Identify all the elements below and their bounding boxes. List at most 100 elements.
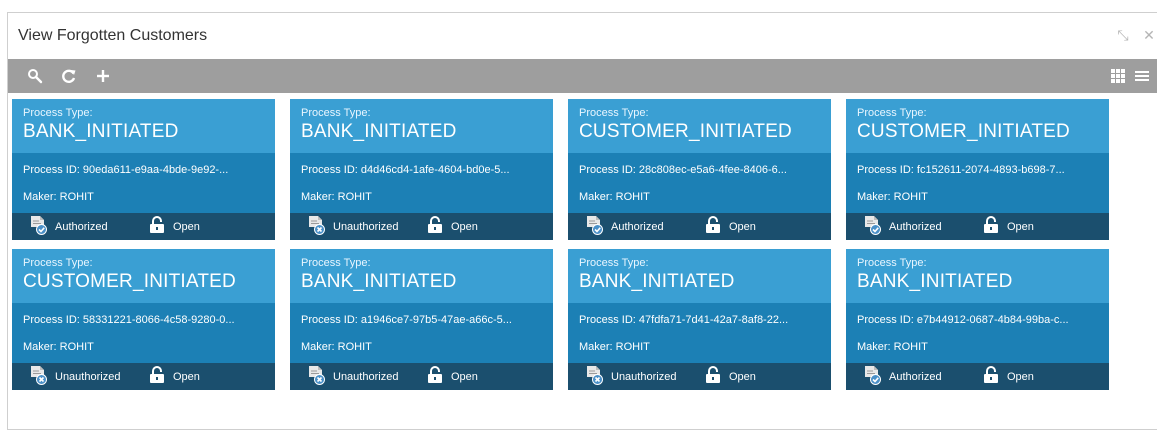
maker: Maker: ROHIT bbox=[579, 341, 650, 353]
unlock-icon bbox=[149, 216, 165, 237]
status-label: Authorized bbox=[889, 220, 942, 233]
unlock-icon bbox=[427, 216, 443, 237]
lock-label: Open bbox=[729, 220, 756, 233]
process-type-label: Process Type: bbox=[857, 257, 927, 269]
card-footer: Authorized Open bbox=[846, 213, 1109, 240]
lock-status: Open bbox=[705, 216, 756, 237]
lock-label: Open bbox=[1007, 220, 1034, 233]
lock-status: Open bbox=[705, 366, 756, 387]
unauthorized-icon bbox=[307, 365, 327, 388]
status-label: Unauthorized bbox=[611, 370, 677, 383]
process-card[interactable]: Process Type: BANK_INITIATED Process ID:… bbox=[290, 99, 553, 240]
card-footer: Authorized Open bbox=[568, 213, 831, 240]
process-id: Process ID: 58331221-8066-4c58-9280-0... bbox=[23, 314, 235, 326]
status-badge: Unauthorized bbox=[29, 365, 149, 388]
view-switcher bbox=[1101, 59, 1157, 93]
process-card[interactable]: Process Type: BANK_INITIATED Process ID:… bbox=[290, 249, 553, 390]
unlock-icon bbox=[427, 366, 443, 387]
grid-view-icon bbox=[1111, 69, 1125, 83]
status-badge: Authorized bbox=[863, 365, 983, 388]
process-card[interactable]: Process Type: BANK_INITIATED Process ID:… bbox=[568, 249, 831, 390]
process-id: Process ID: a1946ce7-97b5-47ae-a66c-5... bbox=[301, 314, 512, 326]
maker: Maker: ROHIT bbox=[301, 191, 372, 203]
status-badge: Authorized bbox=[29, 215, 149, 238]
process-id: Process ID: 90eda611-e9aa-4bde-9e92-... bbox=[23, 164, 229, 176]
process-id: Process ID: d4d46cd4-1afe-4604-bd0e-5... bbox=[301, 164, 510, 176]
close-icon[interactable]: ✕ bbox=[1141, 27, 1157, 44]
card-details: Process ID: a1946ce7-97b5-47ae-a66c-5...… bbox=[290, 303, 553, 363]
card-header: Process Type: BANK_INITIATED bbox=[290, 99, 553, 153]
lock-status: Open bbox=[427, 366, 478, 387]
authorized-icon bbox=[863, 215, 883, 238]
card-header: Process Type: BANK_INITIATED bbox=[290, 249, 553, 303]
status-badge: Authorized bbox=[585, 215, 705, 238]
process-type-value: BANK_INITIATED bbox=[579, 271, 735, 292]
lock-status: Open bbox=[149, 366, 200, 387]
lock-status: Open bbox=[149, 216, 200, 237]
process-type-label: Process Type: bbox=[23, 107, 93, 119]
unlock-icon bbox=[149, 366, 165, 387]
lock-label: Open bbox=[173, 220, 200, 233]
refresh-icon bbox=[62, 69, 76, 83]
lock-status: Open bbox=[983, 366, 1034, 387]
process-id: Process ID: fc152611-2074-4893-b698-7... bbox=[857, 164, 1065, 176]
unauthorized-icon bbox=[585, 365, 605, 388]
unauthorized-icon bbox=[307, 215, 327, 238]
status-label: Unauthorized bbox=[333, 370, 399, 383]
lock-label: Open bbox=[173, 370, 200, 383]
maker: Maker: ROHIT bbox=[857, 341, 928, 353]
card-footer: Authorized Open bbox=[12, 213, 275, 240]
window-controls: ⤡ ✕ bbox=[1115, 27, 1157, 44]
authorized-icon bbox=[29, 215, 49, 238]
card-header: Process Type: BANK_INITIATED bbox=[846, 249, 1109, 303]
process-card[interactable]: Process Type: CUSTOMER_INITIATED Process… bbox=[846, 99, 1109, 240]
process-id: Process ID: 47fdfa71-7d41-42a7-8af8-22..… bbox=[579, 314, 789, 326]
status-badge: Unauthorized bbox=[307, 365, 427, 388]
status-badge: Unauthorized bbox=[585, 365, 705, 388]
unlock-icon bbox=[705, 366, 721, 387]
card-details: Process ID: e7b44912-0687-4b84-99ba-c...… bbox=[846, 303, 1109, 363]
card-footer: Authorized Open bbox=[846, 363, 1109, 390]
status-label: Unauthorized bbox=[333, 220, 399, 233]
process-type-value: CUSTOMER_INITIATED bbox=[23, 271, 236, 292]
status-badge: Authorized bbox=[863, 215, 983, 238]
card-header: Process Type: CUSTOMER_INITIATED bbox=[12, 249, 275, 303]
status-badge: Unauthorized bbox=[307, 215, 427, 238]
status-label: Authorized bbox=[55, 220, 108, 233]
card-details: Process ID: 47fdfa71-7d41-42a7-8af8-22..… bbox=[568, 303, 831, 363]
process-type-label: Process Type: bbox=[301, 107, 371, 119]
unauthorized-icon bbox=[29, 365, 49, 388]
lock-label: Open bbox=[451, 220, 478, 233]
card-footer: Unauthorized Open bbox=[290, 363, 553, 390]
lock-label: Open bbox=[1007, 370, 1034, 383]
card-header: Process Type: BANK_INITIATED bbox=[568, 249, 831, 303]
process-card[interactable]: Process Type: BANK_INITIATED Process ID:… bbox=[846, 249, 1109, 390]
add-button[interactable] bbox=[86, 59, 120, 93]
process-type-value: CUSTOMER_INITIATED bbox=[579, 121, 792, 142]
lock-status: Open bbox=[983, 216, 1034, 237]
process-card[interactable]: Process Type: BANK_INITIATED Process ID:… bbox=[12, 99, 275, 240]
search-button[interactable] bbox=[18, 59, 52, 93]
lock-label: Open bbox=[729, 370, 756, 383]
process-id: Process ID: 28c808ec-e5a6-4fee-8406-6... bbox=[579, 164, 787, 176]
process-card[interactable]: Process Type: CUSTOMER_INITIATED Process… bbox=[12, 249, 275, 390]
card-details: Process ID: fc152611-2074-4893-b698-7...… bbox=[846, 153, 1109, 213]
grid-view-button[interactable] bbox=[1101, 59, 1135, 93]
card-details: Process ID: 90eda611-e9aa-4bde-9e92-... … bbox=[12, 153, 275, 213]
card-details: Process ID: 58331221-8066-4c58-9280-0...… bbox=[12, 303, 275, 363]
process-type-value: BANK_INITIATED bbox=[301, 121, 457, 142]
process-type-label: Process Type: bbox=[857, 107, 927, 119]
list-view-button[interactable] bbox=[1135, 59, 1157, 93]
search-icon bbox=[28, 69, 43, 84]
list-view-icon bbox=[1135, 71, 1149, 81]
refresh-button[interactable] bbox=[52, 59, 86, 93]
process-type-value: BANK_INITIATED bbox=[301, 271, 457, 292]
lock-label: Open bbox=[451, 370, 478, 383]
process-card[interactable]: Process Type: CUSTOMER_INITIATED Process… bbox=[568, 99, 831, 240]
process-type-label: Process Type: bbox=[23, 257, 93, 269]
minimize-icon[interactable]: ⤡ bbox=[1115, 27, 1131, 44]
status-label: Authorized bbox=[889, 370, 942, 383]
process-type-value: BANK_INITIATED bbox=[23, 121, 179, 142]
process-id: Process ID: e7b44912-0687-4b84-99ba-c... bbox=[857, 314, 1069, 326]
process-type-label: Process Type: bbox=[579, 107, 649, 119]
